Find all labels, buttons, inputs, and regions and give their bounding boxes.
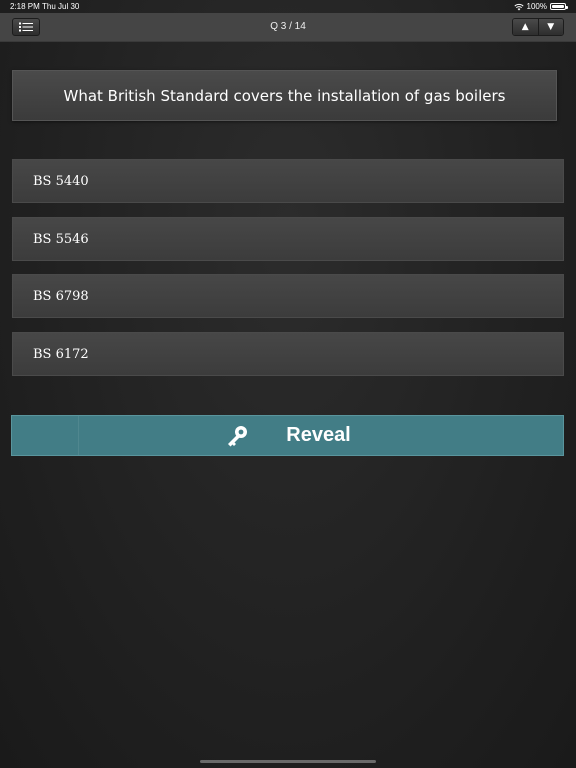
next-question-button[interactable]: ▼	[537, 19, 563, 35]
answer-option-2[interactable]: BS 5546	[12, 217, 564, 261]
battery-percent: 100%	[526, 2, 547, 11]
reveal-label: Reveal	[286, 424, 351, 446]
answer-option-1[interactable]: BS 5440	[12, 159, 564, 203]
key-icon	[228, 425, 248, 446]
home-indicator[interactable]	[200, 760, 376, 763]
answer-option-4[interactable]: BS 6172	[12, 332, 564, 376]
reveal-button[interactable]: Reveal	[11, 415, 564, 456]
question-nav-arrows: ▲ ▼	[512, 18, 564, 36]
reveal-divider	[78, 416, 79, 455]
previous-question-button[interactable]: ▲	[513, 19, 538, 35]
status-indicators: 100%	[513, 2, 568, 11]
status-date: Thu Jul 30	[42, 2, 80, 11]
status-time: 2:18 PM	[10, 2, 40, 11]
answer-option-3[interactable]: BS 6798	[12, 274, 564, 318]
navigation-bar: Q 3 / 14 ▲ ▼	[0, 13, 576, 42]
status-bar: 2:18 PM Thu Jul 30 100%	[0, 0, 576, 13]
question-counter: Q 3 / 14	[270, 21, 306, 32]
battery-icon	[550, 3, 568, 10]
wifi-icon	[513, 3, 524, 10]
question-text: What British Standard covers the install…	[12, 70, 557, 121]
